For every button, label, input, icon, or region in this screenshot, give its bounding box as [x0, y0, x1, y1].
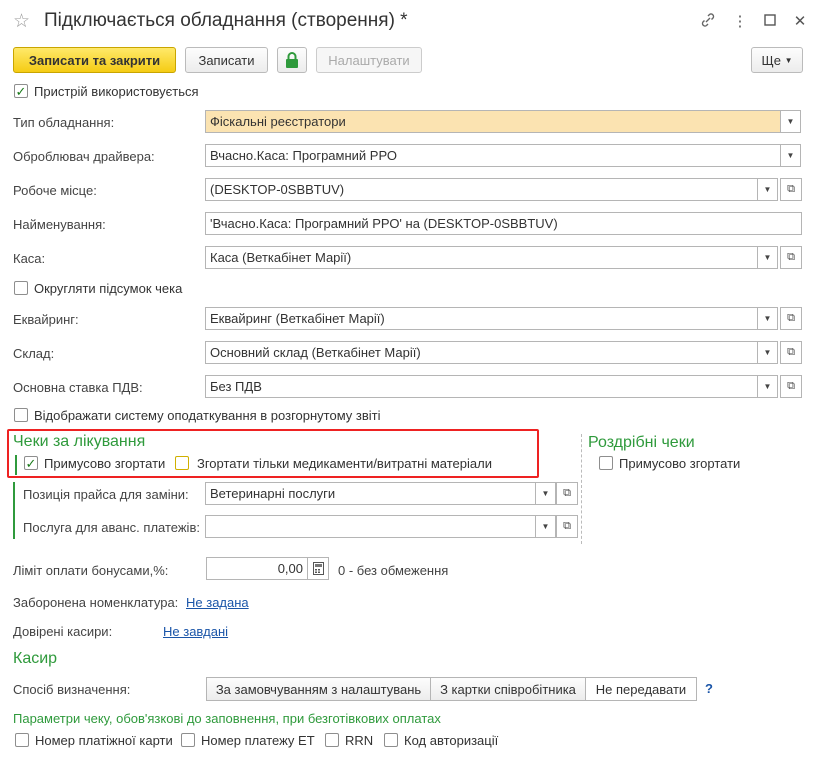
vat-rate-open-button[interactable]: ⧉	[780, 375, 802, 398]
cashier-option-do-not-pass[interactable]: Не передавати	[585, 677, 697, 701]
more-vert-icon[interactable]: ⋮	[730, 12, 750, 32]
equipment-type-label: Тип обладнання:	[13, 115, 115, 130]
advance-service-label: Послуга для аванс. платежів:	[23, 520, 200, 535]
close-icon[interactable]: ✕	[790, 12, 810, 32]
acquiring-field[interactable]: Еквайринг (Веткабінет Марії)	[205, 307, 758, 330]
auth-code-label: Код авторизації	[404, 733, 499, 748]
treatment-receipts-title: Чеки за лікування	[13, 433, 146, 450]
treatment-force-collapse-checkbox[interactable]: ✓	[24, 456, 38, 470]
chevron-down-icon: ▼	[784, 55, 793, 65]
warehouse-open-button[interactable]: ⧉	[780, 341, 802, 364]
bonus-limit-field[interactable]: 0,00	[206, 557, 308, 580]
rrn-checkbox[interactable]	[325, 733, 339, 747]
forbidden-nomenclature-link[interactable]: Не задана	[186, 595, 249, 610]
cashier-option-default[interactable]: За замовчуванням з налаштувань	[206, 677, 431, 701]
vat-rate-field[interactable]: Без ПДВ	[205, 375, 758, 398]
settings-button[interactable]: Налаштувати	[316, 47, 422, 73]
payment-number-label: Номер платежу ЕТ	[201, 733, 315, 748]
driver-handler-field[interactable]: Вчасно.Каса: Програмний РРО	[205, 144, 781, 167]
advance-service-open-button[interactable]: ⧉	[556, 515, 578, 538]
save-close-button[interactable]: Записати та закрити	[13, 47, 176, 73]
advance-service-dropdown[interactable]: ▼	[536, 515, 556, 538]
calculator-icon[interactable]	[307, 557, 329, 580]
workplace-dropdown[interactable]: ▼	[758, 178, 778, 201]
warehouse-label: Склад:	[13, 346, 55, 361]
cash-desk-field[interactable]: Каса (Веткабінет Марії)	[205, 246, 758, 269]
trusted-cashiers-link[interactable]: Не завдані	[163, 624, 228, 639]
show-tax-system-label: Відображати систему оподаткування в розг…	[34, 408, 381, 423]
vat-rate-label: Основна ставка ПДВ:	[13, 380, 143, 395]
workplace-label: Робоче місце:	[13, 183, 97, 198]
card-number-label: Номер платіжної карти	[35, 733, 173, 748]
price-position-field[interactable]: Ветеринарні послуги	[205, 482, 536, 505]
collapse-only-meds-label: Згортати тільки медикаменти/витратні мат…	[197, 456, 492, 471]
help-icon[interactable]: ?	[705, 681, 713, 696]
price-position-dropdown[interactable]: ▼	[536, 482, 556, 505]
auth-code-checkbox[interactable]	[384, 733, 398, 747]
price-position-label: Позиція прайса для заміни:	[23, 487, 189, 502]
collapse-only-meds-checkbox[interactable]	[175, 456, 189, 470]
bonus-limit-hint: 0 - без обмеження	[338, 563, 449, 578]
retail-force-collapse-checkbox[interactable]	[599, 456, 613, 470]
workplace-field[interactable]: (DESKTOP-0SBBTUV)	[205, 178, 758, 201]
vat-rate-dropdown[interactable]: ▼	[758, 375, 778, 398]
receipt-params-title: Параметри чеку, обов'язкові до заповненн…	[13, 711, 441, 726]
cash-desk-label: Каса:	[13, 251, 46, 266]
group-bar	[13, 482, 15, 539]
card-number-checkbox[interactable]	[15, 733, 29, 747]
warehouse-dropdown[interactable]: ▼	[758, 341, 778, 364]
more-button[interactable]: Ще ▼	[751, 47, 803, 73]
maximize-icon[interactable]	[760, 12, 780, 32]
link-icon[interactable]	[698, 12, 718, 32]
star-icon[interactable]: ☆	[13, 10, 30, 33]
cash-desk-open-button[interactable]: ⧉	[780, 246, 802, 269]
show-tax-system-checkbox[interactable]	[14, 408, 28, 422]
save-button[interactable]: Записати	[185, 47, 268, 73]
cashier-method-label: Спосіб визначення:	[13, 682, 131, 697]
retail-force-collapse-label: Примусово згортати	[619, 456, 741, 471]
workplace-open-button[interactable]: ⧉	[780, 178, 802, 201]
acquiring-open-button[interactable]: ⧉	[780, 307, 802, 330]
bonus-limit-label: Ліміт оплати бонусами,%:	[13, 563, 169, 578]
warehouse-field[interactable]: Основний склад (Веткабінет Марії)	[205, 341, 758, 364]
forbidden-nomenclature-label: Заборонена номенклатура:	[13, 595, 179, 610]
equipment-type-dropdown[interactable]: ▼	[781, 110, 801, 133]
lock-button[interactable]	[277, 47, 307, 73]
trusted-cashiers-label: Довірені касири:	[13, 624, 113, 639]
page-title: Підключається обладнання (створення) *	[44, 10, 408, 31]
lock-icon	[286, 52, 298, 68]
advance-service-field[interactable]	[205, 515, 536, 538]
device-used-label: Пристрій використовується	[34, 84, 199, 99]
payment-number-checkbox[interactable]	[181, 733, 195, 747]
name-label: Найменування:	[13, 217, 106, 232]
acquiring-label: Еквайринг:	[13, 312, 79, 327]
name-field[interactable]: 'Вчасно.Каса: Програмний РРО' на (DESKTO…	[205, 212, 802, 235]
round-total-checkbox[interactable]	[14, 281, 28, 295]
group-bar	[15, 455, 17, 475]
cashier-title: Касир	[13, 650, 58, 667]
acquiring-dropdown[interactable]: ▼	[758, 307, 778, 330]
treatment-force-collapse-label: Примусово згортати	[44, 456, 166, 471]
more-label: Ще	[761, 52, 781, 68]
rrn-label: RRN	[345, 733, 374, 748]
equipment-type-field[interactable]: Фіскальні реєстратори	[205, 110, 781, 133]
device-used-checkbox[interactable]: ✓	[14, 84, 28, 98]
retail-receipts-title: Роздрібні чеки	[588, 434, 695, 451]
price-position-open-button[interactable]: ⧉	[556, 482, 578, 505]
cashier-option-employee-card[interactable]: З картки співробітника	[430, 677, 586, 701]
round-total-label: Округляти підсумок чека	[34, 281, 183, 296]
cash-desk-dropdown[interactable]: ▼	[758, 246, 778, 269]
driver-handler-dropdown[interactable]: ▼	[781, 144, 801, 167]
driver-handler-label: Оброблювач драйвера:	[13, 149, 155, 164]
divider	[581, 434, 582, 544]
